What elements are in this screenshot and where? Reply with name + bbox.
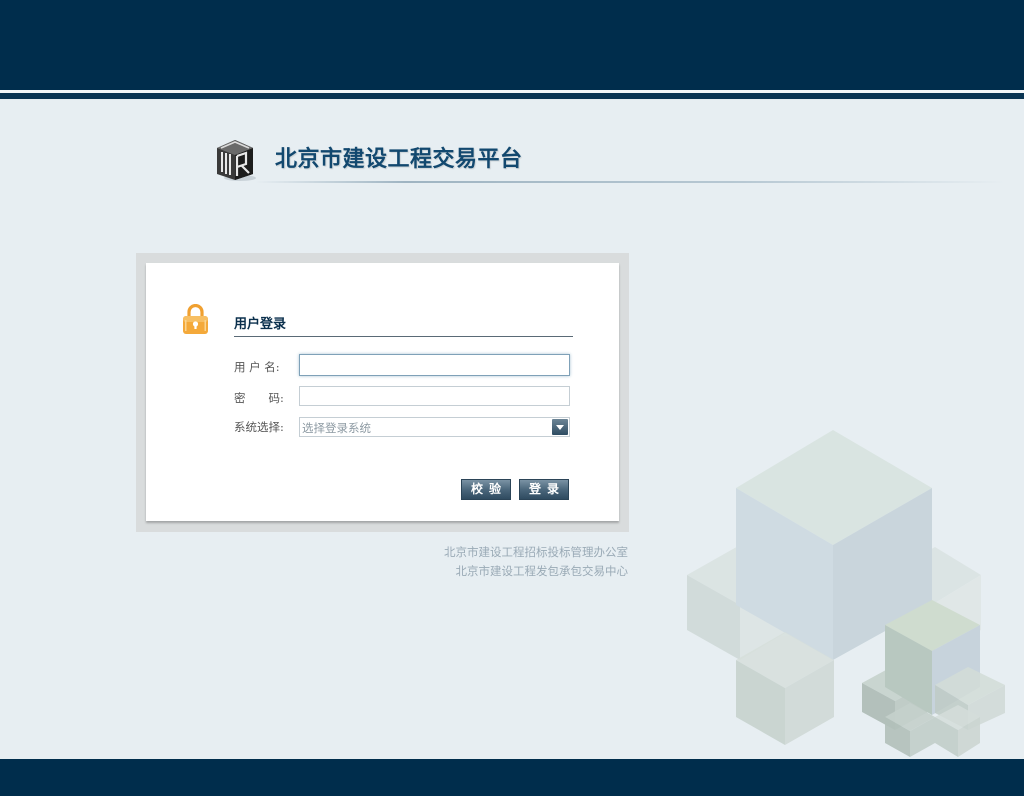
username-input[interactable] xyxy=(299,354,570,376)
header-divider-dark xyxy=(0,93,1024,99)
heading-divider xyxy=(234,336,573,337)
login-heading: 用户登录 xyxy=(234,317,287,332)
footer-org-line2: 北京市建设工程发包承包交易中心 xyxy=(455,564,629,578)
verify-button[interactable]: 校验 xyxy=(461,479,511,500)
lock-icon xyxy=(183,304,208,334)
footer-bar xyxy=(0,759,1024,796)
chevron-down-icon[interactable] xyxy=(552,419,568,435)
password-label: 密 码: xyxy=(234,391,284,405)
system-select-value: 选择登录系统 xyxy=(302,421,371,435)
title-divider xyxy=(255,181,1005,183)
system-select-label: 系统选择: xyxy=(234,420,284,434)
system-select[interactable]: 选择登录系统 xyxy=(299,417,570,437)
logo-icon xyxy=(217,140,256,181)
login-button[interactable]: 登录 xyxy=(519,479,569,500)
password-input[interactable] xyxy=(299,386,570,406)
footer-org-line1: 北京市建设工程招标投标管理办公室 xyxy=(444,545,628,559)
decorative-cubes-graphic xyxy=(687,430,1005,757)
username-label: 用 户 名: xyxy=(234,360,280,374)
site-title: 北京市建设工程交易平台 xyxy=(275,147,523,172)
header-bar xyxy=(0,0,1024,90)
